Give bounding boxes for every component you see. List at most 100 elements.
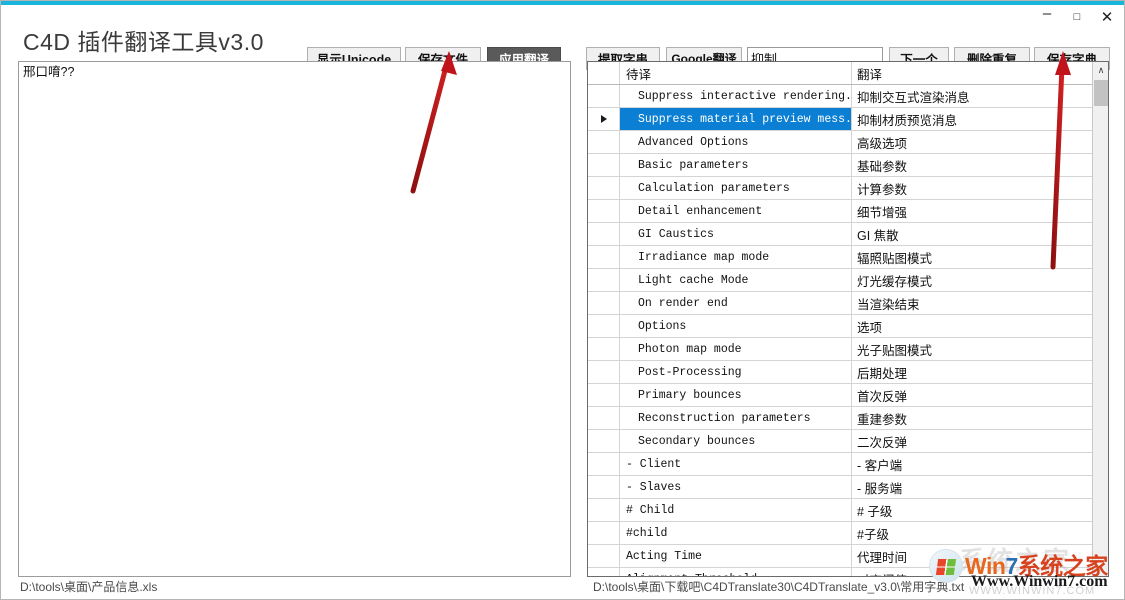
table-row[interactable]: Secondary bounces 二次反弹	[588, 430, 1093, 453]
target-cell[interactable]: 抑制材质预览消息	[852, 108, 1093, 130]
target-cell[interactable]: GI 焦散	[852, 223, 1093, 245]
target-cell[interactable]: 首次反弹	[852, 384, 1093, 406]
target-cell[interactable]: 基础参数	[852, 154, 1093, 176]
source-text-area[interactable]: 邢口唷??	[18, 61, 571, 577]
target-cell[interactable]: #子级	[852, 522, 1093, 544]
grid-header-target[interactable]: 翻译	[852, 62, 1093, 84]
row-marker-cell[interactable]	[588, 361, 620, 383]
table-row[interactable]: - Slaves - 服务端	[588, 476, 1093, 499]
source-cell[interactable]: Reconstruction parameters	[620, 407, 852, 429]
source-cell[interactable]: #child	[620, 522, 852, 544]
scrollbar-thumb[interactable]	[1094, 80, 1108, 106]
table-row[interactable]: - Client - 客户端	[588, 453, 1093, 476]
row-marker-cell[interactable]	[588, 108, 620, 130]
source-cell[interactable]: Detail enhancement	[620, 200, 852, 222]
row-marker-cell[interactable]	[588, 476, 620, 498]
source-cell[interactable]: Calculation parameters	[620, 177, 852, 199]
vertical-scrollbar[interactable]: ∧	[1092, 62, 1108, 576]
target-cell[interactable]: 灯光缓存模式	[852, 269, 1093, 291]
table-row[interactable]: Acting Time 代理时间	[588, 545, 1093, 568]
row-marker-cell[interactable]	[588, 315, 620, 337]
table-row[interactable]: Reconstruction parameters 重建参数	[588, 407, 1093, 430]
row-marker-cell[interactable]	[588, 154, 620, 176]
row-marker-cell[interactable]	[588, 499, 620, 521]
source-cell[interactable]: Acting Time	[620, 545, 852, 567]
row-marker-cell[interactable]	[588, 453, 620, 475]
table-row[interactable]: Photon map mode 光子贴图模式	[588, 338, 1093, 361]
source-cell[interactable]: GI Caustics	[620, 223, 852, 245]
table-row[interactable]: Advanced Options 高级选项	[588, 131, 1093, 154]
target-cell[interactable]: - 客户端	[852, 453, 1093, 475]
translation-grid-pane: 待译 翻译 Suppress interactive rendering... 抑…	[587, 61, 1109, 577]
source-cell[interactable]: Basic parameters	[620, 154, 852, 176]
source-cell[interactable]: - Client	[620, 453, 852, 475]
row-marker-cell[interactable]	[588, 85, 620, 107]
source-text-content: 邢口唷??	[23, 65, 75, 79]
table-row[interactable]: Suppress material preview mess... 抑制材质预览消…	[588, 108, 1093, 131]
table-row[interactable]: Primary bounces 首次反弹	[588, 384, 1093, 407]
source-cell[interactable]: - Slaves	[620, 476, 852, 498]
source-cell[interactable]: Primary bounces	[620, 384, 852, 406]
target-cell[interactable]: 选项	[852, 315, 1093, 337]
target-cell[interactable]: 代理时间	[852, 545, 1093, 567]
source-cell[interactable]: On render end	[620, 292, 852, 314]
table-row[interactable]: #child #子级	[588, 522, 1093, 545]
scroll-up-icon[interactable]: ∧	[1093, 62, 1108, 79]
target-cell[interactable]: 后期处理	[852, 361, 1093, 383]
source-cell[interactable]: Suppress material preview mess...	[620, 108, 852, 130]
row-marker-cell[interactable]	[588, 338, 620, 360]
table-row[interactable]: Irradiance map mode 辐照贴图模式	[588, 246, 1093, 269]
target-cell[interactable]: - 服务端	[852, 476, 1093, 498]
target-cell[interactable]: 对齐阈值	[852, 568, 1093, 577]
row-marker-cell[interactable]	[588, 407, 620, 429]
row-marker-cell[interactable]	[588, 269, 620, 291]
target-cell[interactable]: 光子贴图模式	[852, 338, 1093, 360]
target-cell[interactable]: 高级选项	[852, 131, 1093, 153]
table-row[interactable]: Detail enhancement 细节增强	[588, 200, 1093, 223]
target-cell[interactable]: 细节增强	[852, 200, 1093, 222]
row-marker-cell[interactable]	[588, 384, 620, 406]
table-row[interactable]: On render end 当渲染结束	[588, 292, 1093, 315]
table-row[interactable]: GI Caustics GI 焦散	[588, 223, 1093, 246]
table-row[interactable]: Options 选项	[588, 315, 1093, 338]
target-cell[interactable]: 抑制交互式渲染消息	[852, 85, 1093, 107]
table-row[interactable]: Post-Processing 后期处理	[588, 361, 1093, 384]
row-marker-cell[interactable]	[588, 223, 620, 245]
watermark-ghost-url: WWW.WINWIN7.COM	[969, 585, 1096, 597]
source-cell[interactable]: Alignment Threshold	[620, 568, 852, 576]
target-cell[interactable]: 辐照贴图模式	[852, 246, 1093, 268]
table-row[interactable]: Basic parameters 基础参数	[588, 154, 1093, 177]
current-row-triangle-icon	[600, 115, 607, 123]
target-cell[interactable]: 计算参数	[852, 177, 1093, 199]
row-marker-cell[interactable]	[588, 177, 620, 199]
row-marker-cell[interactable]	[588, 568, 620, 576]
source-cell[interactable]: # Child	[620, 499, 852, 521]
source-cell[interactable]: Secondary bounces	[620, 430, 852, 452]
translation-grid: 待译 翻译 Suppress interactive rendering... 抑…	[588, 62, 1093, 576]
source-cell[interactable]: Options	[620, 315, 852, 337]
grid-header-marker	[588, 62, 620, 84]
source-cell[interactable]: Advanced Options	[620, 131, 852, 153]
target-cell[interactable]: 重建参数	[852, 407, 1093, 429]
target-cell[interactable]: 当渲染结束	[852, 292, 1093, 314]
target-cell[interactable]: 二次反弹	[852, 430, 1093, 452]
row-marker-cell[interactable]	[588, 430, 620, 452]
table-row[interactable]: Alignment Threshold对齐阈值	[588, 568, 1093, 577]
row-marker-cell[interactable]	[588, 292, 620, 314]
row-marker-cell[interactable]	[588, 131, 620, 153]
row-marker-cell[interactable]	[588, 246, 620, 268]
grid-header-source[interactable]: 待译	[620, 62, 852, 84]
row-marker-cell[interactable]	[588, 522, 620, 544]
source-cell[interactable]: Irradiance map mode	[620, 246, 852, 268]
row-marker-cell[interactable]	[588, 200, 620, 222]
table-row[interactable]: Calculation parameters 计算参数	[588, 177, 1093, 200]
table-row[interactable]: Suppress interactive rendering... 抑制交互式渲染…	[588, 85, 1093, 108]
row-marker-cell[interactable]	[588, 545, 620, 567]
source-cell[interactable]: Post-Processing	[620, 361, 852, 383]
source-cell[interactable]: Suppress interactive rendering...	[620, 85, 852, 107]
table-row[interactable]: Light cache Mode 灯光缓存模式	[588, 269, 1093, 292]
target-cell[interactable]: # 子级	[852, 499, 1093, 521]
table-row[interactable]: # Child # 子级	[588, 499, 1093, 522]
source-cell[interactable]: Light cache Mode	[620, 269, 852, 291]
source-cell[interactable]: Photon map mode	[620, 338, 852, 360]
